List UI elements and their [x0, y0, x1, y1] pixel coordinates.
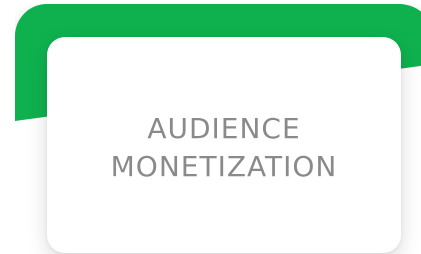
- card-title-line-2: MONETIZATION: [110, 150, 338, 183]
- feature-card[interactable]: AUDIENCE MONETIZATION: [47, 37, 401, 253]
- card-title: AUDIENCE MONETIZATION: [111, 110, 338, 186]
- feature-card-container: AUDIENCE MONETIZATION: [0, 0, 421, 254]
- card-title-line-1: AUDIENCE: [147, 112, 301, 145]
